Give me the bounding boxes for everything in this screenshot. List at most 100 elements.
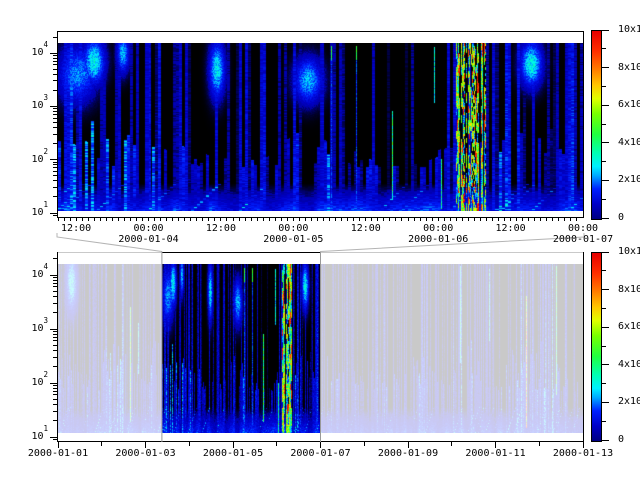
tick-mark	[602, 383, 606, 384]
tick-mark	[53, 64, 57, 65]
x-axis-date-label: 2000-01-03	[110, 449, 182, 460]
tick-mark	[281, 218, 282, 221]
colorbar-tick-label: 6x107	[618, 100, 640, 111]
tick-mark	[50, 213, 57, 214]
tick-mark	[214, 218, 215, 221]
x-axis-date-label: 2000-01-04	[113, 235, 185, 246]
tick-mark	[76, 218, 77, 221]
tick-mark	[53, 127, 57, 128]
y-axis-tick-label: 103	[16, 101, 48, 112]
tick-mark	[546, 218, 547, 221]
tick-mark	[53, 61, 57, 62]
tick-mark	[287, 218, 288, 221]
tick-mark	[160, 218, 161, 221]
lower-colorbar	[591, 252, 602, 442]
tick-mark	[53, 69, 57, 70]
tick-mark	[53, 122, 57, 123]
tick-mark	[323, 218, 324, 221]
x-axis-date-label: 2000-01-01	[22, 449, 94, 460]
y-axis-tick-label: 101	[16, 208, 48, 219]
tick-mark	[70, 218, 71, 221]
y-axis-tick-label: 101	[16, 432, 48, 443]
x-axis-date-label: 2000-01-05	[257, 235, 329, 246]
tick-mark	[53, 411, 57, 412]
tick-mark	[456, 218, 457, 221]
tick-mark	[602, 142, 609, 143]
tick-mark	[53, 399, 57, 400]
tick-mark	[53, 162, 57, 163]
tick-mark	[444, 218, 445, 221]
tick-mark	[50, 53, 57, 54]
zoom-selection-region[interactable]	[162, 252, 321, 442]
tick-mark	[53, 134, 57, 135]
tick-mark	[299, 218, 300, 221]
tick-mark	[178, 218, 179, 221]
tick-mark	[94, 218, 95, 221]
tick-mark	[432, 218, 433, 221]
y-axis-tick-label: 103	[16, 324, 48, 335]
x-axis-date-label: 2000-01-13	[547, 449, 619, 460]
tick-mark	[438, 218, 439, 221]
colorbar-tick-label: 0	[618, 435, 640, 446]
tick-mark	[53, 286, 57, 287]
tick-mark	[329, 218, 330, 221]
x-axis-date-label: 2000-01-09	[372, 449, 444, 460]
colorbar-tick-label: 8x107	[618, 63, 640, 74]
tick-mark	[53, 312, 57, 313]
tick-mark	[602, 86, 606, 87]
tick-mark	[53, 187, 57, 188]
tick-mark	[602, 289, 609, 290]
tick-mark	[602, 327, 609, 328]
tick-mark	[602, 48, 606, 49]
tick-mark	[53, 111, 57, 112]
colorbar-tick-label: 10x107	[618, 25, 640, 36]
tick-mark	[383, 218, 384, 221]
tick-mark	[50, 383, 57, 384]
wash-overlay-left	[58, 252, 162, 442]
tick-mark	[136, 218, 137, 221]
tick-mark	[602, 105, 609, 106]
tick-mark	[53, 283, 57, 284]
tick-mark	[389, 218, 390, 221]
x-axis-time-label: 12:00	[489, 224, 533, 235]
tick-mark	[202, 218, 203, 221]
colorbar-tick-label: 0	[618, 213, 640, 224]
tick-mark	[395, 218, 396, 221]
tick-mark	[540, 218, 541, 221]
y-axis-tick-label: 104	[16, 270, 48, 281]
tick-mark	[353, 218, 354, 221]
tick-mark	[420, 218, 421, 221]
x-axis-date-label: 2000-01-07	[285, 449, 357, 460]
tick-mark	[196, 218, 197, 221]
tick-mark	[602, 364, 609, 365]
tick-mark	[53, 331, 57, 332]
tick-mark	[53, 118, 57, 119]
tick-mark	[53, 164, 57, 165]
tick-mark	[53, 180, 57, 181]
tick-mark	[552, 218, 553, 221]
tick-mark	[53, 357, 57, 358]
tick-mark	[226, 218, 227, 221]
tick-mark	[189, 442, 190, 446]
tick-mark	[480, 218, 481, 221]
tick-mark	[53, 391, 57, 392]
tick-mark	[53, 175, 57, 176]
tick-mark	[341, 218, 342, 221]
tick-mark	[50, 329, 57, 330]
tick-mark	[602, 124, 606, 125]
tick-mark	[602, 67, 609, 68]
tick-mark	[510, 218, 511, 221]
tick-mark	[53, 334, 57, 335]
tick-mark	[208, 218, 209, 221]
tick-mark	[602, 161, 606, 162]
tick-mark	[53, 215, 57, 216]
tick-mark	[534, 218, 535, 221]
colorbar-tick-label: 4x107	[618, 138, 640, 149]
colorbar-tick-label: 8x107	[618, 285, 640, 296]
tick-mark	[130, 218, 131, 221]
tick-mark	[53, 90, 57, 91]
tick-mark	[88, 218, 89, 221]
tick-mark	[53, 74, 57, 75]
x-axis-time-label: 12:00	[344, 224, 388, 235]
tick-mark	[53, 350, 57, 351]
